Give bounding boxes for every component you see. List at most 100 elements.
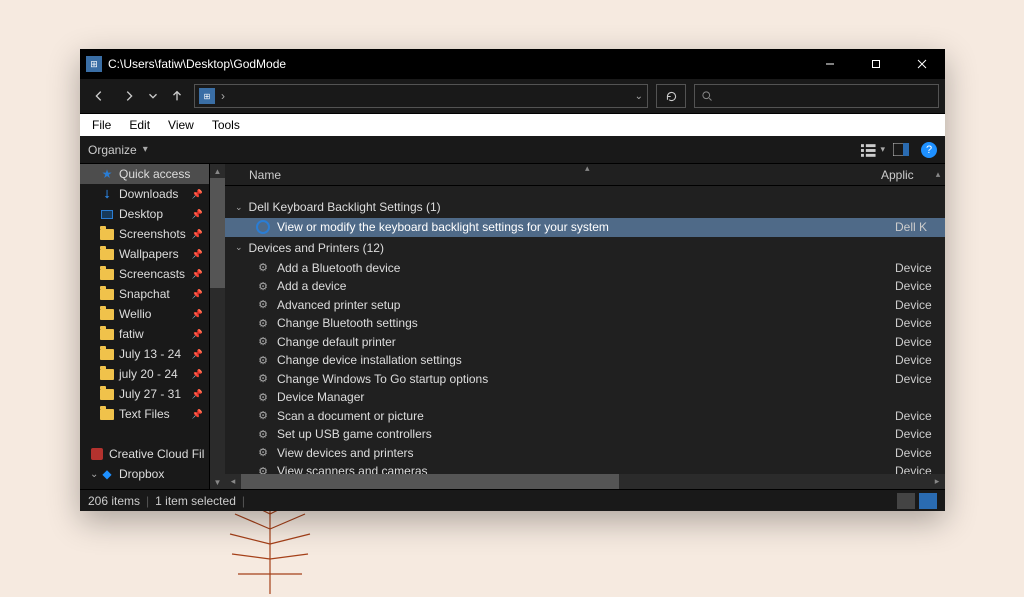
sidebar-item[interactable]: ⭣Downloads📌 — [80, 184, 209, 204]
folder-icon — [100, 367, 114, 381]
list-item[interactable]: ⚙Add a deviceDevice — [225, 277, 945, 296]
sidebar-item[interactable]: July 27 - 31📌 — [80, 384, 209, 404]
explorer-window: ⊞ C:\Users\fatiw\Desktop\GodMode ⊞ › ⌄ F… — [80, 49, 945, 511]
list-item[interactable]: ⚙Set up USB game controllersDevice — [225, 425, 945, 444]
group-header[interactable]: ⌄Devices and Printers (12) — [225, 237, 945, 259]
item-application: Device — [895, 335, 945, 349]
details-layout-button[interactable] — [897, 493, 915, 509]
pin-icon: 📌 — [188, 409, 203, 420]
device-icon: ⚙ — [255, 371, 271, 387]
list-item[interactable]: ⚙Change default printerDevice — [225, 333, 945, 352]
sidebar-item[interactable]: July 13 - 24📌 — [80, 344, 209, 364]
minimize-button[interactable] — [807, 49, 853, 79]
sidebar-item[interactable]: Desktop📌 — [80, 204, 209, 224]
organize-button[interactable]: Organize — [88, 143, 148, 157]
folder-icon — [100, 287, 114, 301]
help-button[interactable]: ? — [921, 142, 937, 158]
item-application: Device — [895, 353, 945, 367]
list-item[interactable]: View or modify the keyboard backlight se… — [225, 218, 945, 237]
list-item[interactable]: ⚙Scan a document or pictureDevice — [225, 407, 945, 426]
up-button[interactable] — [164, 83, 190, 109]
sidebar-creativecloud[interactable]: Creative Cloud Fil — [80, 444, 209, 464]
maximize-button[interactable] — [853, 49, 899, 79]
item-application: Device — [895, 298, 945, 312]
list-item[interactable]: ⚙Device Manager — [225, 388, 945, 407]
sidebar-item[interactable]: Screencasts📌 — [80, 264, 209, 284]
back-button[interactable] — [86, 83, 112, 109]
recent-dropdown[interactable] — [146, 83, 160, 109]
column-name[interactable]: Name — [249, 168, 881, 182]
item-label: Change device installation settings — [277, 353, 895, 367]
sidebar-item-label: Downloads — [119, 187, 178, 201]
list-item[interactable]: ⚙Change Windows To Go startup optionsDev… — [225, 370, 945, 389]
list-item[interactable]: ⚙Add a Bluetooth deviceDevice — [225, 259, 945, 278]
sidebar-item[interactable]: Snapchat📌 — [80, 284, 209, 304]
sidebar-item[interactable]: Screenshots📌 — [80, 224, 209, 244]
menu-edit[interactable]: Edit — [121, 116, 158, 134]
download-icon: ⭣ — [100, 187, 114, 201]
pin-icon: 📌 — [188, 269, 203, 280]
item-application: Device — [895, 372, 945, 386]
window-title: C:\Users\fatiw\Desktop\GodMode — [108, 57, 286, 71]
sidebar-item[interactable]: july 20 - 24📌 — [80, 364, 209, 384]
forward-button[interactable] — [116, 83, 142, 109]
sidebar: ★Quick access⭣Downloads📌Desktop📌Screensh… — [80, 164, 210, 489]
sidebar-dropbox[interactable]: ⌄◆Dropbox — [80, 464, 209, 484]
column-application[interactable]: Applic — [881, 168, 931, 182]
menubar: FileEditViewTools — [80, 114, 945, 136]
creative-cloud-icon — [90, 447, 104, 461]
sidebar-item[interactable]: Wallpapers📌 — [80, 244, 209, 264]
folder-icon — [100, 387, 114, 401]
menu-view[interactable]: View — [160, 116, 202, 134]
window-icon: ⊞ — [86, 56, 102, 72]
device-icon: ⚙ — [255, 408, 271, 424]
list-item[interactable]: ⚙View devices and printersDevice — [225, 444, 945, 463]
item-application: Dell K — [895, 220, 945, 234]
sidebar-scrollbar[interactable]: ▲ ▼ — [210, 164, 225, 489]
address-dropdown-icon[interactable]: ⌄ — [635, 91, 643, 102]
list-item[interactable]: ⚙Change device installation settingsDevi… — [225, 351, 945, 370]
sidebar-item[interactable]: fatiw📌 — [80, 324, 209, 344]
statusbar: 206 items | 1 item selected | — [80, 489, 945, 511]
titlebar[interactable]: ⊞ C:\Users\fatiw\Desktop\GodMode — [80, 49, 945, 79]
menu-file[interactable]: File — [84, 116, 119, 134]
folder-icon — [100, 247, 114, 261]
folder-icon — [100, 407, 114, 421]
horizontal-scrollbar[interactable]: ◂ ▸ — [225, 474, 945, 489]
sidebar-quick-access[interactable]: ★Quick access — [80, 164, 209, 184]
breadcrumb-chevron-icon: › — [221, 89, 225, 103]
menu-tools[interactable]: Tools — [204, 116, 248, 134]
list-item[interactable]: ⚙View scanners and camerasDevice — [225, 462, 945, 474]
pin-icon: 📌 — [188, 369, 203, 380]
sidebar-item-label: Wallpapers — [119, 247, 179, 261]
close-button[interactable] — [899, 49, 945, 79]
folder-icon — [100, 227, 114, 241]
group-label: Devices and Printers (12) — [249, 241, 384, 255]
dropbox-icon: ◆ — [100, 467, 114, 481]
sidebar-item-label: Screencasts — [119, 267, 185, 281]
address-bar[interactable]: ⊞ › ⌄ — [194, 84, 648, 108]
sidebar-item-label: July 13 - 24 — [119, 347, 181, 361]
desktop-icon — [100, 207, 114, 221]
pin-icon: 📌 — [188, 209, 203, 220]
refresh-button[interactable] — [656, 84, 686, 108]
content-area: ★Quick access⭣Downloads📌Desktop📌Screensh… — [80, 164, 945, 489]
item-application: Device — [895, 464, 945, 474]
list-item[interactable]: ⚙Advanced printer setupDevice — [225, 296, 945, 315]
group-header[interactable]: ⌄Dell Keyboard Backlight Settings (1) — [225, 196, 945, 218]
item-label: Set up USB game controllers — [277, 427, 895, 441]
item-application: Device — [895, 446, 945, 460]
search-input[interactable] — [694, 84, 939, 108]
device-icon: ⚙ — [255, 426, 271, 442]
sidebar-item[interactable]: Wellio📌 — [80, 304, 209, 324]
thumbnails-layout-button[interactable] — [919, 493, 937, 509]
pin-icon: 📌 — [188, 329, 203, 340]
list-item[interactable]: ⚙Change Bluetooth settingsDevice — [225, 314, 945, 333]
sidebar-item-label: Snapchat — [119, 287, 170, 301]
column-header[interactable]: ▴ Name Applic ▴ — [225, 164, 945, 186]
sidebar-item[interactable]: Text Files📌 — [80, 404, 209, 424]
preview-pane-button[interactable] — [889, 140, 913, 160]
column-overflow-icon: ▴ — [931, 169, 945, 180]
view-layout-button[interactable]: ▾ — [861, 140, 885, 160]
device-icon: ⚙ — [255, 463, 271, 474]
